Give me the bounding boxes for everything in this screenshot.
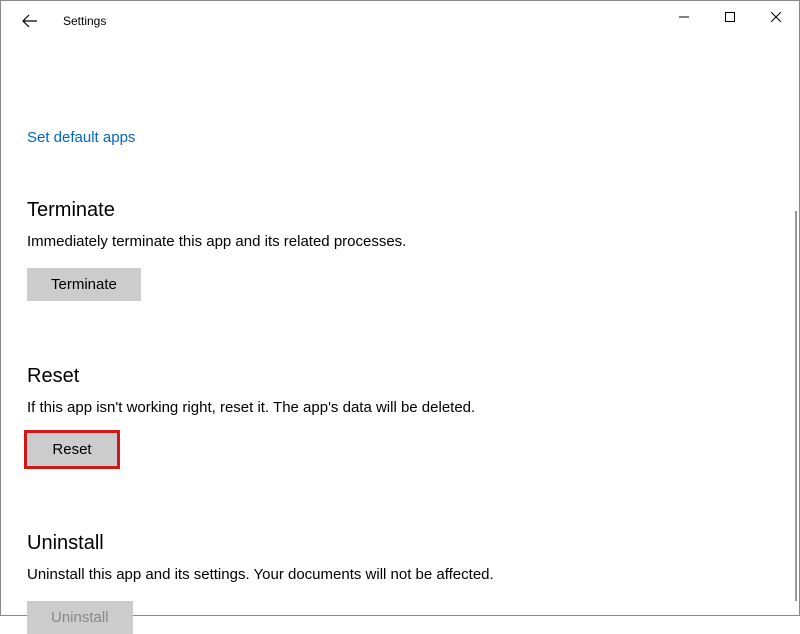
uninstall-heading: Uninstall [27, 532, 773, 555]
uninstall-button: Uninstall [27, 601, 133, 634]
titlebar: Settings [1, 1, 799, 41]
back-arrow-icon [22, 13, 38, 29]
terminate-heading: Terminate [27, 199, 773, 222]
close-button[interactable] [753, 1, 799, 33]
close-icon [771, 12, 781, 22]
minimize-icon [679, 12, 689, 22]
reset-heading: Reset [27, 365, 773, 388]
reset-button[interactable]: Reset [27, 433, 117, 466]
window-controls [661, 1, 799, 33]
terminate-description: Immediately terminate this app and its r… [27, 232, 773, 252]
scrollbar[interactable] [795, 211, 797, 601]
content-area: Set default apps Terminate Immediately t… [1, 41, 799, 634]
back-button[interactable] [15, 6, 45, 36]
maximize-icon [725, 12, 735, 22]
maximize-button[interactable] [707, 1, 753, 33]
minimize-button[interactable] [661, 1, 707, 33]
uninstall-description: Uninstall this app and its settings. You… [27, 565, 773, 585]
set-default-apps-link[interactable]: Set default apps [27, 129, 135, 146]
terminate-button[interactable]: Terminate [27, 268, 141, 301]
window-title: Settings [63, 14, 106, 28]
reset-description: If this app isn't working right, reset i… [27, 398, 773, 418]
